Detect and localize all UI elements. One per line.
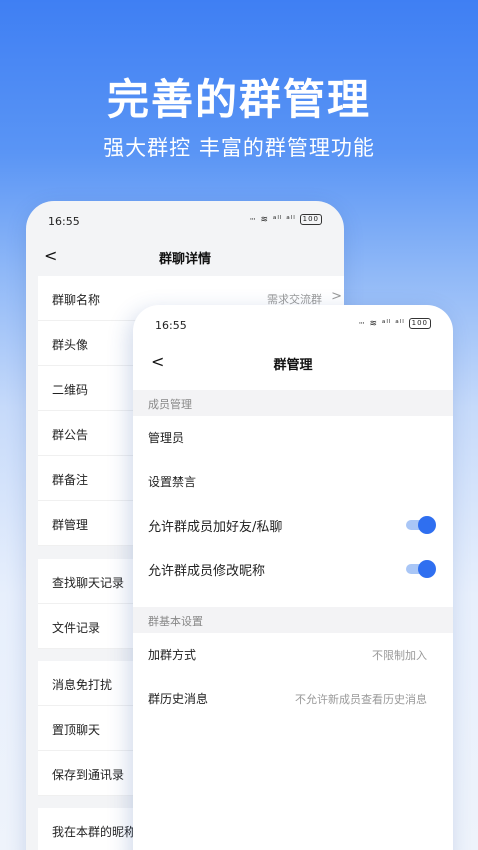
row-label: 群备注	[52, 473, 89, 487]
row-label: 加群方式	[148, 648, 197, 662]
list-item-allow-add-friend: 允许群成员加好友/私聊	[133, 504, 453, 548]
row-label: 群历史消息	[148, 692, 209, 706]
section-title: 群基本设置	[148, 615, 203, 628]
section-title: 成员管理	[148, 398, 192, 411]
status-time: 16:55	[48, 215, 80, 228]
row-label: 查找聊天记录	[52, 576, 125, 590]
section-header-basic: 群基本设置	[133, 607, 453, 633]
row-value: 不允许新成员查看历史消息	[295, 693, 427, 706]
section-header-member: 成员管理	[133, 390, 453, 416]
nav-bar: < 群管理	[133, 345, 453, 381]
row-label: 置顶聊天	[52, 723, 101, 737]
signal-icons: ⵈ ≋ ᵃˡˡ ᵃˡˡ	[358, 319, 405, 329]
list-item-admins[interactable]: 管理员	[133, 416, 453, 460]
status-bar: 16:55 ⵈ ≋ ᵃˡˡ ᵃˡˡ 100	[133, 305, 453, 341]
page-title: 群聊详情	[158, 252, 211, 267]
list-item-allow-rename: 允许群成员修改昵称	[133, 548, 453, 592]
row-label: 二维码	[52, 383, 89, 397]
toggle-knob	[418, 516, 436, 534]
row-label: 消息免打扰	[52, 678, 113, 692]
nav-bar: < 群聊详情	[26, 239, 344, 275]
battery-icon: 100	[299, 214, 322, 225]
row-value: 不限制加入	[372, 649, 427, 662]
row-label: 群头像	[52, 338, 89, 352]
list-item-join-method[interactable]: 加群方式 不限制加入	[133, 633, 453, 677]
list-item-history-messages[interactable]: 群历史消息 不允许新成员查看历史消息	[133, 677, 453, 721]
allow-rename-toggle[interactable]	[406, 560, 436, 578]
status-bar: 16:55 ⵈ ≋ ᵃˡˡ ᵃˡˡ 100	[26, 201, 344, 237]
row-label: 群公告	[52, 428, 89, 442]
row-label: 管理员	[148, 431, 185, 445]
status-icons: ⵈ ≋ ᵃˡˡ ᵃˡˡ 100	[359, 318, 431, 329]
hero-title: 完善的群管理	[106, 75, 371, 124]
row-label: 允许群成员加好友/私聊	[148, 520, 283, 535]
row-label: 设置禁言	[148, 475, 197, 489]
allow-add-friend-toggle[interactable]	[406, 516, 436, 534]
page-title: 群管理	[273, 358, 313, 373]
chevron-right-icon: >	[331, 289, 342, 304]
status-icons: ⵈ ≋ ᵃˡˡ ᵃˡˡ 100	[250, 214, 322, 225]
row-label: 保存到通讯录	[52, 768, 125, 782]
status-time: 16:55	[155, 319, 187, 332]
row-label: 文件记录	[52, 621, 101, 635]
toggle-knob	[418, 560, 436, 578]
row-label: 群管理	[52, 518, 89, 532]
list-item-mute-settings[interactable]: 设置禁言	[133, 460, 453, 504]
group-manage-screen: 16:55 ⵈ ≋ ᵃˡˡ ᵃˡˡ 100 < 群管理 成员管理 管理员 设置禁…	[133, 305, 453, 850]
row-label: 我在本群的昵称	[52, 825, 137, 839]
row-label: 群聊名称	[52, 293, 101, 307]
signal-icons: ⵈ ≋ ᵃˡˡ ᵃˡˡ	[249, 215, 296, 225]
row-label: 允许群成员修改昵称	[148, 564, 266, 579]
hero-subtitle: 强大群控 丰富的群管理功能	[103, 136, 375, 160]
battery-icon: 100	[408, 318, 431, 329]
